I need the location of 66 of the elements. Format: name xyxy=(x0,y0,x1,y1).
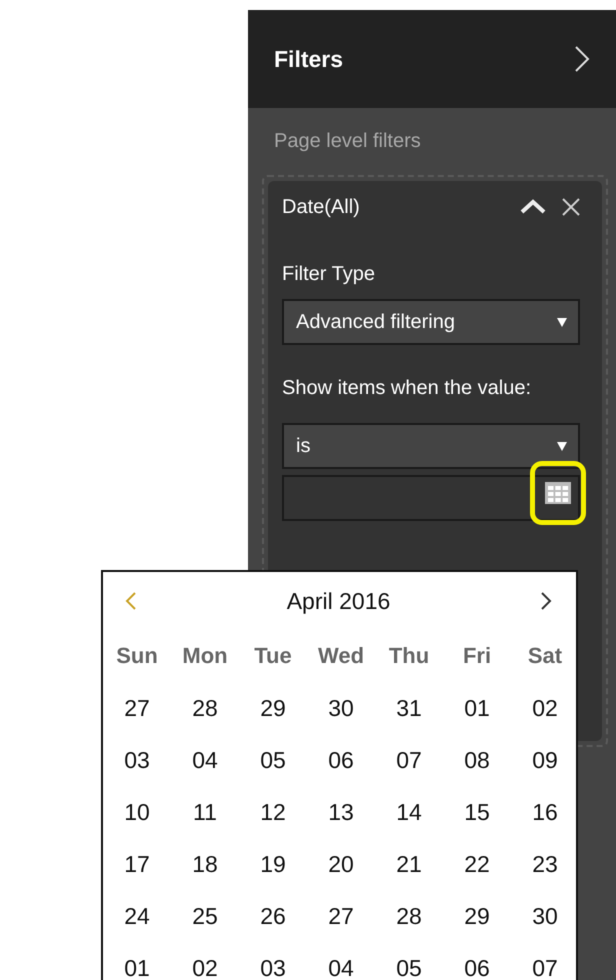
calendar-day[interactable]: 23 xyxy=(511,838,579,890)
filter-title: Date(All) xyxy=(282,196,360,218)
calendar-day[interactable]: 11 xyxy=(171,786,239,838)
calendar-day[interactable]: 05 xyxy=(375,942,443,980)
calendar-day[interactable]: 17 xyxy=(103,838,171,890)
weekday-label: Fri xyxy=(462,642,492,670)
calendar-day[interactable]: 18 xyxy=(171,838,239,890)
dropdown-caret-icon xyxy=(556,316,568,328)
calendar-day[interactable]: 24 xyxy=(103,890,171,942)
dropdown-caret-icon xyxy=(556,440,568,452)
calendar-day[interactable]: 21 xyxy=(375,838,443,890)
calendar-day[interactable]: 28 xyxy=(375,890,443,942)
calendar-day[interactable]: 28 xyxy=(171,682,239,734)
panel-title: Filters xyxy=(274,46,344,72)
weekday-label: Sun xyxy=(115,642,159,670)
calendar-day[interactable]: 25 xyxy=(171,890,239,942)
calendar-icon xyxy=(545,482,571,504)
calendar-day[interactable]: 05 xyxy=(239,734,307,786)
calendar-day[interactable]: 30 xyxy=(511,890,579,942)
calendar-day[interactable]: 27 xyxy=(307,890,375,942)
calendar-button[interactable] xyxy=(530,461,586,525)
calendar-day[interactable]: 16 xyxy=(511,786,579,838)
condition-dropdown[interactable]: is xyxy=(282,423,580,469)
field-label: Filter Type xyxy=(282,262,376,287)
calendar-day[interactable]: 07 xyxy=(375,734,443,786)
calendar-day[interactable]: 14 xyxy=(375,786,443,838)
calendar-day[interactable]: 06 xyxy=(307,734,375,786)
section-label: Page level filters xyxy=(274,130,422,153)
calendar-day[interactable]: 31 xyxy=(375,682,443,734)
calendar-day[interactable]: 20 xyxy=(307,838,375,890)
calendar-day[interactable]: 01 xyxy=(103,942,171,980)
weekday-label: Mon xyxy=(181,642,229,670)
calendar-day[interactable]: 04 xyxy=(171,734,239,786)
calendar-day[interactable]: 22 xyxy=(443,838,511,890)
month-title: April 2016 xyxy=(286,588,390,614)
calendar-day[interactable]: 03 xyxy=(103,734,171,786)
calendar-day[interactable]: 30 xyxy=(307,682,375,734)
calendar-day[interactable]: 07 xyxy=(511,942,579,980)
calendar-day[interactable]: 08 xyxy=(443,734,511,786)
calendar-day[interactable]: 01 xyxy=(443,682,511,734)
chevron-up-icon[interactable] xyxy=(520,199,546,215)
calendar-day[interactable]: 02 xyxy=(511,682,579,734)
calendar-day[interactable]: 27 xyxy=(103,682,171,734)
weekday-label: Thu xyxy=(388,642,430,670)
calendar-day[interactable]: 02 xyxy=(171,942,239,980)
calendar-day[interactable]: 03 xyxy=(239,942,307,980)
calendar-day[interactable]: 29 xyxy=(239,682,307,734)
date-input-field[interactable] xyxy=(282,475,580,521)
next-month-icon[interactable] xyxy=(540,591,552,611)
weekday-label: Wed xyxy=(316,642,366,670)
weekday-label: Sat xyxy=(526,642,564,670)
collapse-panel-chevron-icon[interactable] xyxy=(574,45,590,73)
calendar-day[interactable]: 29 xyxy=(443,890,511,942)
calendar-day[interactable]: 15 xyxy=(443,786,511,838)
filter-type-dropdown[interactable]: Advanced filtering xyxy=(282,299,580,345)
weekday-label: Tue xyxy=(253,642,293,670)
calendar-day[interactable]: 10 xyxy=(103,786,171,838)
field-label: Show items when the value: xyxy=(282,376,532,401)
calendar-day[interactable]: 06 xyxy=(443,942,511,980)
calendar-day[interactable]: 09 xyxy=(511,734,579,786)
calendar-day[interactable]: 04 xyxy=(307,942,375,980)
calendar-day[interactable]: 19 xyxy=(239,838,307,890)
close-icon[interactable] xyxy=(562,198,580,216)
calendar-day[interactable]: 13 xyxy=(307,786,375,838)
calendar-day[interactable]: 12 xyxy=(239,786,307,838)
calendar-day[interactable]: 26 xyxy=(239,890,307,942)
